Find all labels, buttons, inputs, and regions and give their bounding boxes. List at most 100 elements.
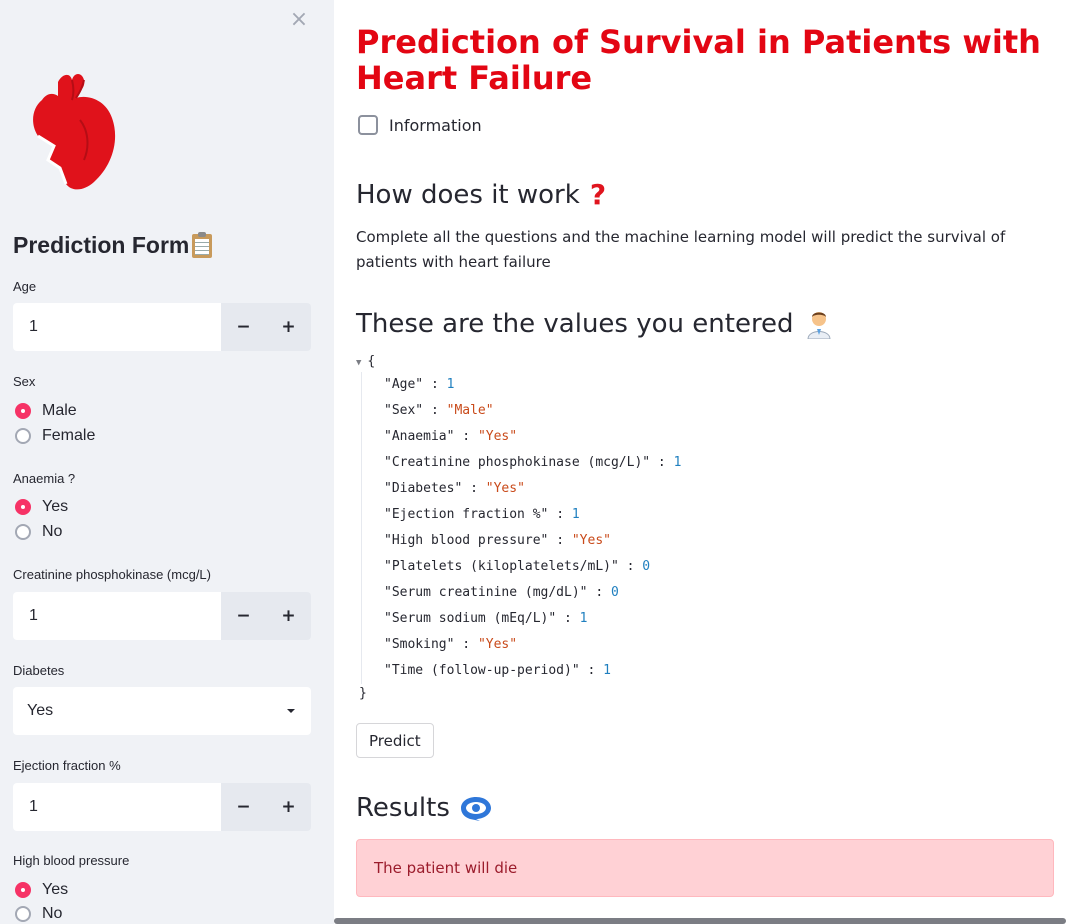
json-separator: : bbox=[423, 377, 447, 392]
how-heading: How does it work ? bbox=[356, 178, 606, 211]
radio-unselected-icon bbox=[15, 524, 31, 540]
radio-label: Yes bbox=[42, 498, 69, 515]
cpk-number-input: − + bbox=[13, 592, 311, 640]
sex-radio-female[interactable]: Female bbox=[15, 425, 95, 447]
json-separator: : bbox=[454, 429, 478, 444]
radio-selected-icon bbox=[15, 403, 31, 419]
ejection-input[interactable] bbox=[13, 783, 221, 831]
radio-unselected-icon bbox=[15, 428, 31, 444]
json-key: "Serum sodium (mEq/L)" bbox=[384, 611, 557, 626]
prediction-form-title: Prediction Form bbox=[13, 231, 213, 259]
json-value: 0 bbox=[610, 585, 619, 600]
page-title: Prediction of Survival in Patients with … bbox=[356, 23, 1041, 97]
diabetes-select[interactable]: Yes bbox=[13, 687, 311, 735]
hbp-radio-no[interactable]: No bbox=[15, 903, 62, 924]
close-sidebar-icon[interactable]: × bbox=[289, 9, 309, 31]
json-separator: : bbox=[579, 663, 604, 678]
collapse-caret-icon[interactable]: ▼ bbox=[356, 358, 361, 368]
json-separator: : bbox=[454, 637, 478, 652]
ejection-decrement-button[interactable]: − bbox=[221, 783, 266, 831]
json-value: 0 bbox=[642, 559, 651, 574]
cpk-decrement-button[interactable]: − bbox=[221, 592, 266, 640]
anaemia-radio-yes[interactable]: Yes bbox=[15, 496, 68, 518]
age-number-input: − + bbox=[13, 303, 311, 351]
radio-label: No bbox=[42, 523, 63, 540]
json-key: "Diabetes" bbox=[384, 481, 463, 496]
hbp-radio-yes[interactable]: Yes bbox=[15, 879, 68, 901]
radio-label: Yes bbox=[42, 881, 69, 898]
json-entries: "Age" : 1 "Sex" : "Male" "Anaemia" : "Yes"… bbox=[361, 372, 784, 684]
predict-button[interactable]: Predict bbox=[356, 723, 434, 758]
json-separator: : bbox=[587, 585, 611, 600]
values-heading: These are the values you entered bbox=[356, 309, 834, 339]
json-value: 1 bbox=[673, 455, 682, 470]
cpk-label: Creatinine phosphokinase (mcg/L) bbox=[13, 567, 211, 582]
radio-selected-icon bbox=[15, 882, 31, 898]
json-value: 1 bbox=[571, 507, 580, 522]
main-content: Prediction of Survival in Patients with … bbox=[334, 0, 1076, 924]
json-separator: : bbox=[618, 559, 643, 574]
json-key: "Smoking" bbox=[384, 637, 455, 652]
json-entry-row: "Time (follow-up-period)" : 1 bbox=[384, 658, 784, 684]
checkbox-unchecked-icon bbox=[358, 115, 378, 135]
information-checkbox-label: Information bbox=[389, 115, 482, 135]
json-entry-row: "Platelets (kiloplatelets/mL)" : 0 bbox=[384, 554, 784, 580]
json-key: "Serum creatinine (mg/dL)" bbox=[384, 585, 588, 600]
json-open-brace[interactable]: ▼{ bbox=[356, 354, 375, 369]
json-separator: : bbox=[423, 403, 447, 418]
json-value: "Yes" bbox=[571, 533, 611, 548]
age-increment-button[interactable]: + bbox=[266, 303, 311, 351]
json-separator: : bbox=[462, 481, 486, 496]
json-entry-row: "Diabetes" : "Yes" bbox=[384, 476, 784, 502]
chevron-down-icon bbox=[287, 709, 295, 713]
json-entry-row: "Serum sodium (mEq/L)" : 1 bbox=[384, 606, 784, 632]
ejection-number-input: − + bbox=[13, 783, 311, 831]
cpk-increment-button[interactable]: + bbox=[266, 592, 311, 640]
json-value: "Yes" bbox=[477, 637, 518, 652]
how-heading-text: How does it work bbox=[356, 179, 580, 210]
json-key: "Platelets (kiloplatelets/mL)" bbox=[384, 559, 619, 574]
radio-unselected-icon bbox=[15, 906, 31, 922]
radio-label: Female bbox=[42, 427, 96, 444]
radio-label: No bbox=[42, 905, 63, 922]
json-entry-row: "Age" : 1 bbox=[384, 372, 784, 398]
diabetes-selected-value: Yes bbox=[27, 702, 54, 719]
json-value: 1 bbox=[446, 377, 455, 392]
json-key: "Anaemia" bbox=[384, 429, 455, 444]
json-separator: : bbox=[650, 455, 674, 470]
json-entry-row: "Ejection fraction %" : 1 bbox=[384, 502, 784, 528]
json-close-brace: } bbox=[359, 686, 367, 701]
sex-radio-male[interactable]: Male bbox=[15, 400, 77, 422]
json-key: "Creatinine phosphokinase (mcg/L)" bbox=[384, 455, 651, 470]
diabetes-label: Diabetes bbox=[13, 663, 65, 678]
broken-heart-icon bbox=[33, 74, 116, 190]
health-worker-icon bbox=[807, 312, 831, 339]
json-key: "Sex" bbox=[384, 403, 424, 418]
json-key: "Time (follow-up-period)" bbox=[384, 663, 580, 678]
horizontal-scrollbar[interactable] bbox=[334, 918, 1066, 924]
age-label: Age bbox=[13, 279, 37, 294]
radio-selected-icon bbox=[15, 499, 31, 515]
json-value: "Male" bbox=[446, 403, 494, 418]
json-entry-row: "Smoking" : "Yes" bbox=[384, 632, 784, 658]
information-checkbox[interactable]: Information bbox=[358, 115, 482, 135]
ejection-increment-button[interactable]: + bbox=[266, 783, 311, 831]
how-description: Complete all the questions and the machi… bbox=[356, 228, 1006, 271]
cpk-input[interactable] bbox=[13, 592, 221, 640]
sidebar: × Prediction Form Age − + Sex Male Femal… bbox=[0, 0, 334, 924]
json-value: "Yes" bbox=[477, 429, 518, 444]
json-separator: : bbox=[548, 533, 572, 548]
eye-in-speech-bubble-icon bbox=[460, 797, 491, 821]
json-separator: : bbox=[556, 611, 580, 626]
clipboard-icon bbox=[192, 231, 213, 258]
json-key: "Age" bbox=[384, 377, 424, 392]
age-input[interactable] bbox=[13, 303, 221, 351]
age-decrement-button[interactable]: − bbox=[221, 303, 266, 351]
anaemia-radio-no[interactable]: No bbox=[15, 521, 62, 543]
form-title-text: Prediction Form bbox=[13, 232, 190, 258]
values-heading-text: These are the values you entered bbox=[356, 309, 794, 339]
json-entry-row: "Serum creatinine (mg/dL)" : 0 bbox=[384, 580, 784, 606]
json-value: 1 bbox=[603, 663, 611, 678]
result-alert: The patient will die bbox=[356, 839, 1054, 897]
hbp-label: High blood pressure bbox=[13, 853, 130, 868]
